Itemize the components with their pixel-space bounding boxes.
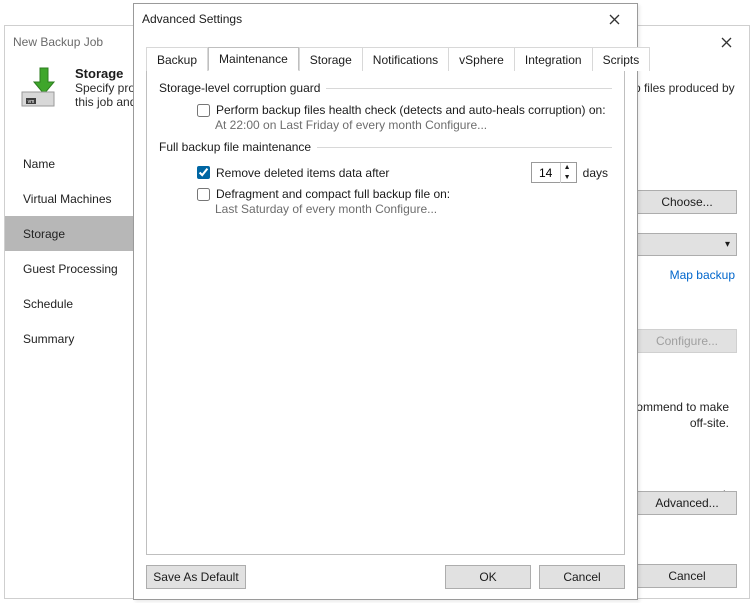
healthcheck-checkbox[interactable] (197, 104, 210, 117)
tab-storage[interactable]: Storage (299, 47, 363, 71)
defragment-row: Defragment and compact full backup file … (159, 185, 612, 203)
remove-deleted-label: Remove deleted items data after (216, 166, 389, 180)
ok-label: OK (479, 570, 496, 584)
advanced-button-label: Advanced... (655, 496, 718, 510)
group-divider (317, 147, 612, 148)
group-corruption-guard: Storage-level corruption guard Perform b… (159, 81, 612, 132)
advanced-settings-dialog: Advanced Settings Backup Maintenance Sto… (133, 3, 638, 600)
dialog-cancel-button[interactable]: Cancel (539, 565, 625, 589)
repository-dropdown[interactable]: ▾ (627, 233, 737, 256)
tab-backup[interactable]: Backup (146, 47, 208, 71)
dialog-cancel-label: Cancel (563, 570, 600, 584)
choose-button[interactable]: Choose... (637, 190, 737, 214)
remove-deleted-row: Remove deleted items data after ▲ ▼ days (159, 160, 612, 185)
healthcheck-row: Perform backup files health check (detec… (159, 101, 612, 119)
configure-button[interactable]: Configure... (637, 329, 737, 353)
storage-icon: vm (17, 66, 65, 108)
save-default-label: Save As Default (153, 570, 238, 584)
tabstrip: Backup Maintenance Storage Notifications… (146, 46, 625, 71)
defragment-checkbox[interactable] (197, 188, 210, 201)
tab-panel-maintenance: Storage-level corruption guard Perform b… (146, 71, 625, 555)
dialog-title: Advanced Settings (142, 12, 242, 26)
tab-integration[interactable]: Integration (514, 47, 593, 71)
healthcheck-label: Perform backup files health check (detec… (216, 103, 606, 117)
map-backup-link[interactable]: Map backup (670, 268, 735, 282)
configure-button-label: Configure... (656, 334, 718, 348)
dialog-titlebar: Advanced Settings (134, 4, 637, 34)
svg-text:vm: vm (28, 99, 35, 105)
tab-vsphere[interactable]: vSphere (448, 47, 515, 71)
hint-text-2: off-site. (690, 416, 729, 430)
defragment-label: Defragment and compact full backup file … (216, 187, 450, 201)
dialog-body: Backup Maintenance Storage Notifications… (146, 46, 625, 555)
spin-up-icon[interactable]: ▲ (560, 163, 574, 173)
remove-deleted-checkbox[interactable] (197, 166, 210, 179)
close-icon[interactable] (711, 32, 741, 52)
dialog-footer: Save As Default OK Cancel (146, 565, 625, 589)
tab-scripts[interactable]: Scripts (592, 47, 651, 71)
group-title-1: Storage-level corruption guard (159, 81, 320, 95)
dialog-close-icon[interactable] (599, 9, 629, 29)
group-title-2: Full backup file maintenance (159, 140, 311, 154)
group-divider (326, 88, 612, 89)
tab-maintenance[interactable]: Maintenance (208, 47, 299, 71)
choose-button-label: Choose... (661, 195, 712, 209)
advanced-button[interactable]: Advanced... (637, 491, 737, 515)
days-input[interactable] (532, 165, 560, 181)
group-full-maintenance: Full backup file maintenance Remove dele… (159, 140, 612, 216)
days-label: days (583, 166, 608, 180)
days-spinner[interactable]: ▲ ▼ (531, 162, 577, 183)
save-default-button[interactable]: Save As Default (146, 565, 246, 589)
tab-notifications[interactable]: Notifications (362, 47, 449, 71)
cancel-button[interactable]: Cancel (637, 564, 737, 588)
chevron-down-icon: ▾ (725, 239, 730, 250)
cancel-button-label: Cancel (668, 569, 705, 583)
spin-down-icon[interactable]: ▼ (560, 173, 574, 183)
defragment-schedule: Last Saturday of every month Configure..… (159, 202, 612, 216)
ok-button[interactable]: OK (445, 565, 531, 589)
healthcheck-schedule: At 22:00 on Last Friday of every month C… (159, 118, 612, 132)
wizard-title: New Backup Job (13, 35, 103, 49)
